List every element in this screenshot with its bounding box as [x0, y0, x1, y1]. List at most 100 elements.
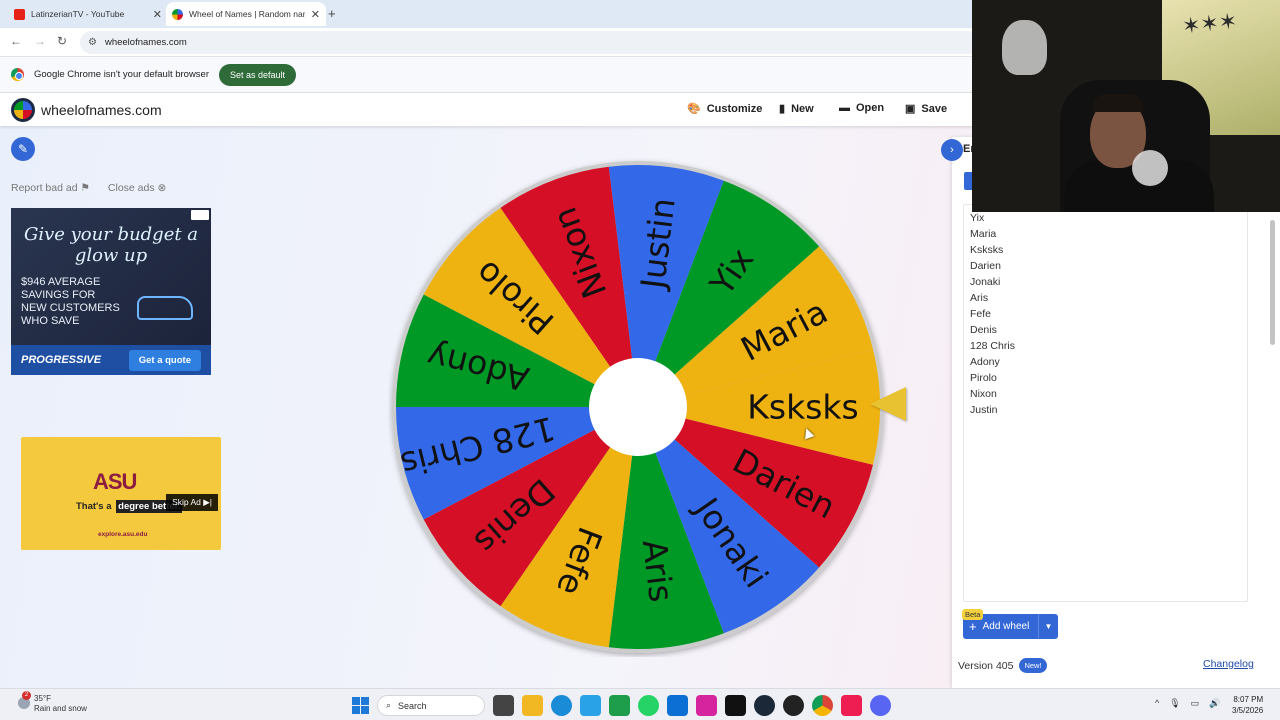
version-info: Version 405 New! [958, 658, 1047, 673]
tiktok-icon[interactable] [725, 695, 746, 716]
new-tab-button[interactable]: + [328, 6, 336, 21]
chrome-icon[interactable] [812, 695, 833, 716]
asu-ad[interactable]: ASU That's a degree better. explore.asu.… [21, 437, 221, 550]
new-label: New [791, 102, 814, 115]
entry-line: Aris [970, 292, 989, 304]
store-icon[interactable] [667, 695, 688, 716]
xbox-icon[interactable] [609, 695, 630, 716]
flag-icon: ⚑ [80, 182, 90, 194]
open-label: Open [856, 102, 885, 114]
changelog-link[interactable]: Changelog [1203, 658, 1254, 670]
entry-line: Yix [970, 212, 985, 224]
save-button[interactable]: ▣ Save [905, 102, 947, 116]
discord-icon[interactable] [870, 695, 891, 716]
windows-taskbar: 2 35°F Rain and snow ⌕ Search ^ 🎙 ▭ 🔊 8:0… [0, 688, 1280, 720]
helmet-image [1002, 20, 1047, 75]
site-name[interactable]: wheelofnames.com [41, 102, 162, 118]
infobar-message: Google Chrome isn't your default browser [34, 69, 210, 80]
tray-overflow-icon[interactable]: ^ [1155, 698, 1159, 709]
weather-badge: 2 [22, 691, 31, 700]
obs-icon[interactable] [783, 695, 804, 716]
entry-line: Nixon [970, 388, 997, 400]
entries-textarea[interactable]: Yix Maria Ksksks Darien Jonaki Aris Fefe Denis 1… [963, 204, 1248, 602]
whatsapp-icon[interactable] [638, 695, 659, 716]
entry-line: Adony [970, 356, 1000, 368]
customize-label: Customize [706, 102, 763, 115]
entry-line: Justin [970, 404, 998, 416]
network-icon[interactable]: ▭ [1191, 698, 1200, 709]
clock-time: 8:07 PM [1233, 695, 1264, 704]
edit-pencil-icon[interactable]: ✎ [11, 137, 35, 161]
taskbar-search[interactable]: ⌕ Search [377, 695, 485, 716]
ad-brand: PROGRESSIVE [21, 354, 102, 366]
chevron-down-icon[interactable]: ▼ [1038, 614, 1058, 639]
customize-button[interactable]: 🎨 Customize [687, 102, 763, 116]
wheel-slice-label: Aris [635, 537, 681, 604]
task-view-icon[interactable] [493, 695, 514, 716]
name-wheel[interactable]: KsksksDarienJonakiArisFefeDenis128 Chris… [388, 157, 888, 657]
edge-icon[interactable] [551, 695, 572, 716]
entry-line: Fefe [970, 308, 992, 320]
skip-ad-button[interactable]: Skip Ad ▶| [166, 494, 218, 511]
tiktok-live-icon[interactable] [841, 695, 862, 716]
wheel-slice-label: Ksksks [747, 388, 858, 427]
ad-headline: Give your budget a glow up [23, 224, 199, 266]
microphone-icon[interactable]: 🎙 [1169, 698, 1180, 709]
site-logo-icon[interactable] [11, 97, 35, 122]
get-quote-button[interactable]: Get a quote [128, 349, 201, 371]
search-icon: ⌕ [386, 700, 392, 710]
tab-wheel-of-names[interactable]: Wheel of Names | Random nam ✕ [166, 2, 326, 26]
file-explorer-icon[interactable] [522, 695, 543, 716]
version-text: Version 405 [958, 659, 1014, 672]
page-scrollbar[interactable] [1270, 220, 1275, 345]
close-ads-label: Close ads [107, 182, 155, 194]
collapse-panel-icon[interactable]: › [941, 139, 963, 161]
report-bad-ad-link[interactable]: Report bad ad ⚑ [11, 182, 90, 194]
close-tab-icon[interactable]: ✕ [153, 8, 162, 21]
taskbar-clock[interactable]: 8:07 PM 3/5/2026 [1232, 694, 1263, 716]
report-label: Report bad ad [11, 182, 78, 194]
steam-icon[interactable] [754, 695, 775, 716]
entry-line: Pirolo [970, 372, 997, 384]
ad-brand-bar: PROGRESSIVE Get a quote [11, 345, 211, 375]
weather-widget[interactable]: 2 35°F Rain and snow [18, 691, 87, 714]
entry-line: Darien [970, 260, 1001, 272]
temperature: 35°F [34, 694, 51, 703]
url-text: wheelofnames.com [104, 37, 187, 48]
twitter-app-icon[interactable] [580, 695, 601, 716]
volume-icon[interactable]: 🔊 [1209, 698, 1220, 709]
wheel-center[interactable] [589, 358, 687, 456]
close-tab-icon[interactable]: ✕ [311, 8, 320, 21]
site-info-icon[interactable]: ⚙ [88, 37, 97, 48]
entry-line: 128 Chris [970, 340, 1015, 352]
wheel-favicon-icon [172, 8, 183, 20]
tab-title: LatinzerianTV - YouTube [31, 9, 125, 19]
new-button[interactable]: ▮ New [779, 102, 814, 116]
back-icon[interactable]: ← [10, 34, 22, 48]
windows-start-icon[interactable] [352, 697, 369, 714]
add-wheel-label: Add wheel [982, 621, 1030, 632]
weather-text: Rain and snow [34, 704, 87, 713]
ad-body: $946 AVERAGE SAVINGS FOR NEW CUSTOMERS W… [21, 276, 120, 327]
open-button[interactable]: ▬ Open [839, 102, 884, 114]
instagram-icon[interactable] [696, 695, 717, 716]
search-label: Search [398, 700, 427, 711]
plus-icon: + [969, 619, 977, 634]
entry-line: Ksksks [970, 244, 1004, 256]
streamer-hair [1092, 94, 1144, 112]
new-badge: New! [1019, 658, 1047, 673]
car-icon [137, 296, 193, 320]
forward-icon[interactable]: → [34, 34, 46, 48]
ad-url: explore.asu.edu [98, 531, 148, 538]
progressive-ad[interactable]: Give your budget a glow up $946 AVERAGE … [11, 208, 211, 375]
close-ads-link[interactable]: Close ads ⊗ [108, 182, 166, 194]
tab-title: Wheel of Names | Random nam [189, 9, 305, 19]
entry-line: Jonaki [970, 276, 1001, 288]
address-bar[interactable]: ⚙ wheelofnames.com [80, 31, 980, 54]
system-tray: ^ 🎙 ▭ 🔊 [1155, 698, 1220, 709]
adchoices-icon[interactable] [191, 210, 209, 220]
reload-icon[interactable]: ↻ [57, 34, 67, 48]
helmet-image [1132, 150, 1168, 186]
set-default-button[interactable]: Set as default [219, 63, 297, 86]
tab-youtube[interactable]: LatinzerianTV - YouTube ✕ [8, 2, 168, 26]
